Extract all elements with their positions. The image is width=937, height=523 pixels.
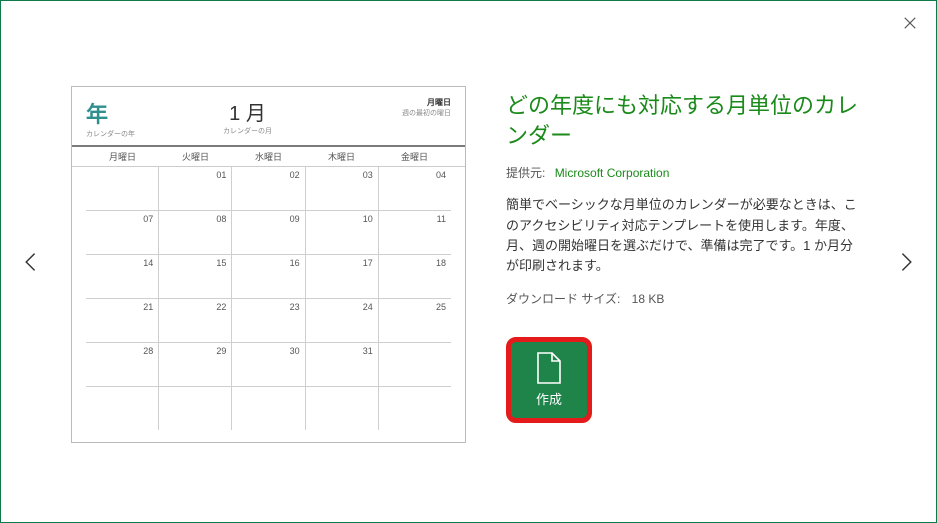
calendar-cell [379,387,451,430]
template-preview-dialog: 年 カレンダーの年 1 月 カレンダーの月 月曜日 週の最初の曜日 月曜日 火曜… [0,0,937,523]
calendar-cell: 29 [159,343,232,386]
calendar-cell: 31 [306,343,379,386]
create-button-label: 作成 [536,389,562,408]
template-preview-thumbnail: 年 カレンダーの年 1 月 カレンダーの月 月曜日 週の最初の曜日 月曜日 火曜… [71,86,466,443]
download-size-value: 18 KB [632,292,665,306]
calendar-cell: 11 [379,211,451,254]
calendar-cell: 22 [159,299,232,342]
download-size-label: ダウンロード サイズ: [506,292,620,306]
calendar-cell [232,387,305,430]
template-info-panel: どの年度にも対応する月単位のカレンダー 提供元: Microsoft Corpo… [506,86,866,443]
preview-month: 1 月 [154,97,341,126]
create-button[interactable]: 作成 [514,345,584,415]
preview-calendar-grid: 01020304 0708091011 1415161718 2122232425 28… [72,167,465,442]
calendar-cell: 08 [159,211,232,254]
calendar-cell: 25 [379,299,451,342]
chevron-left-icon [19,250,43,274]
calendar-cell: 15 [159,255,232,298]
new-document-icon [536,351,562,385]
download-size-row: ダウンロード サイズ: 18 KB [506,290,866,307]
chevron-right-icon [894,250,918,274]
calendar-cell: 01 [159,167,232,210]
prev-template-button[interactable] [17,248,45,276]
calendar-cell: 23 [232,299,305,342]
preview-dow-row: 月曜日 火曜日 水曜日 木曜日 金曜日 [72,147,465,167]
preview-weekstart-sub: 週の最初の曜日 [341,108,451,118]
template-description: 簡単でベーシックな月単位のカレンダーが必要なときは、このアクセシビリティ対応テン… [506,195,866,276]
calendar-cell: 21 [86,299,159,342]
template-title: どの年度にも対応する月単位のカレンダー [506,91,866,150]
calendar-cell [159,387,232,430]
close-button[interactable] [900,13,920,33]
calendar-cell [86,387,159,430]
calendar-cell: 10 [306,211,379,254]
preview-weekstart: 月曜日 [341,97,451,108]
preview-year-sub: カレンダーの年 [86,129,154,139]
calendar-cell: 16 [232,255,305,298]
preview-year: 年 [86,97,154,129]
calendar-cell [306,387,379,430]
calendar-cell: 30 [232,343,305,386]
calendar-cell: 03 [306,167,379,210]
calendar-cell: 07 [86,211,159,254]
calendar-cell: 02 [232,167,305,210]
provider-label: 提供元: [506,166,545,180]
calendar-cell: 18 [379,255,451,298]
calendar-cell: 24 [306,299,379,342]
next-template-button[interactable] [892,248,920,276]
calendar-cell: 04 [379,167,451,210]
calendar-cell [86,167,159,210]
calendar-cell: 14 [86,255,159,298]
close-icon [903,16,917,30]
calendar-cell: 28 [86,343,159,386]
provider-row: 提供元: Microsoft Corporation [506,164,866,181]
create-button-highlight: 作成 [506,337,592,423]
provider-link[interactable]: Microsoft Corporation [555,166,670,180]
calendar-cell: 09 [232,211,305,254]
calendar-cell: 17 [306,255,379,298]
calendar-cell [379,343,451,386]
preview-month-sub: カレンダーの月 [154,126,341,136]
